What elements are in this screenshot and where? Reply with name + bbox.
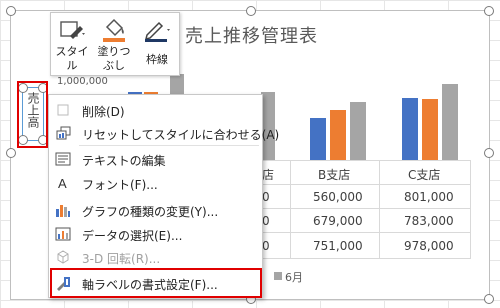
mini-toolbar: スタイ ル 塗りつ ぶし 枠線 [50, 12, 180, 76]
table-cell: 0 [262, 239, 270, 253]
table-cell: 783,000 [404, 214, 454, 228]
table-line [261, 232, 471, 233]
menu-item-label: 削除(D) [82, 105, 125, 119]
table-line [261, 160, 471, 161]
select-data-icon [55, 227, 71, 241]
highlight-axis-title [17, 81, 48, 148]
fill-button[interactable]: 塗りつ ぶし [93, 13, 135, 75]
style-button[interactable]: スタイ ル [51, 13, 93, 75]
resize-handle-middle-left[interactable] [6, 148, 16, 158]
table-line [261, 184, 471, 185]
menu-item-label: グラフの種類の変更(Y)... [82, 205, 219, 219]
resize-handle-top-left[interactable] [6, 6, 16, 16]
table-cell: 0 [262, 214, 270, 228]
table-cell: 978,000 [404, 239, 454, 253]
outline-button[interactable]: 枠線 [135, 13, 179, 75]
menu-item-3d-rotation: 3-D 回転(R)... [49, 246, 262, 268]
table-cell: 751,000 [313, 239, 363, 253]
brush-style-icon [60, 21, 85, 39]
bar-b-series1[interactable] [310, 118, 326, 160]
table-line [379, 160, 380, 258]
table-cell: 560,000 [313, 190, 363, 204]
delete-icon [55, 102, 71, 118]
menu-item-edit-text[interactable]: テキストの編集 [49, 148, 262, 170]
table-header-c-branch: C支店 [408, 168, 441, 182]
menu-item-change-chart-type[interactable]: グラフの種類の変更(Y)... [49, 199, 262, 221]
menu-item-delete[interactable]: 削除(D) [49, 99, 262, 121]
table-line [261, 208, 471, 209]
table-header-b-branch: B支店 [318, 168, 351, 182]
resize-handle-bottom-right[interactable] [484, 294, 494, 304]
table-line [261, 258, 471, 259]
bar-a-series3[interactable] [170, 74, 184, 94]
highlight-format-axis-label [50, 268, 262, 298]
menu-item-label: テキストの編集 [82, 154, 166, 168]
table-cell: 801,000 [404, 190, 454, 204]
pen-outline-icon [144, 21, 170, 42]
chart-title[interactable]: 売上推移管理表 [185, 22, 318, 48]
bar-b-series3[interactable] [350, 102, 366, 160]
outline-label: 枠線 [146, 53, 168, 66]
menu-item-font[interactable]: A フォント(F)... [49, 172, 262, 194]
bar-c-series2[interactable] [422, 99, 438, 160]
menu-item-reset-style[interactable]: リセットしてスタイルに合わせる(A) [49, 122, 279, 144]
bar-b-series2[interactable] [330, 110, 346, 160]
bar-c-series1[interactable] [402, 98, 418, 160]
resize-handle-top-right[interactable] [484, 6, 494, 16]
resize-handle-middle-right[interactable] [484, 148, 494, 158]
font-icon: A [58, 176, 67, 191]
menu-item-select-data[interactable]: データの選択(E)... [49, 223, 262, 245]
legend-label-june: 6月 [285, 271, 303, 284]
table-line [470, 160, 471, 258]
resize-handle-top-middle[interactable] [246, 6, 256, 16]
style-label-line1: スタイ [55, 45, 89, 58]
menu-item-label: データの選択(E)... [82, 229, 183, 243]
style-label-line2: ル [66, 59, 78, 72]
bar-c-series3[interactable] [442, 84, 458, 160]
menu-item-label: リセットしてスタイルに合わせる(A) [82, 128, 280, 142]
y-axis-tick-label: 1,000,000 [57, 76, 108, 87]
rotate-3d-icon [57, 250, 69, 264]
table-cell: 679,000 [313, 214, 363, 228]
svg-text:A: A [58, 176, 67, 191]
menu-item-label: フォント(F)... [82, 178, 158, 192]
fill-label-line2: ぶし [103, 59, 125, 72]
paint-bucket-icon [103, 18, 125, 42]
menu-separator [79, 145, 259, 146]
edit-text-icon [55, 152, 71, 166]
table-cell: 0 [262, 190, 270, 204]
table-header-partial: 店 [262, 168, 275, 182]
fill-label-line1: 塗りつ [97, 45, 131, 58]
reset-style-icon [56, 126, 71, 140]
menu-item-label: 3-D 回転(R)... [82, 252, 161, 266]
legend-swatch-series3 [274, 272, 282, 280]
table-line [290, 160, 291, 258]
chart-type-icon [56, 205, 70, 217]
